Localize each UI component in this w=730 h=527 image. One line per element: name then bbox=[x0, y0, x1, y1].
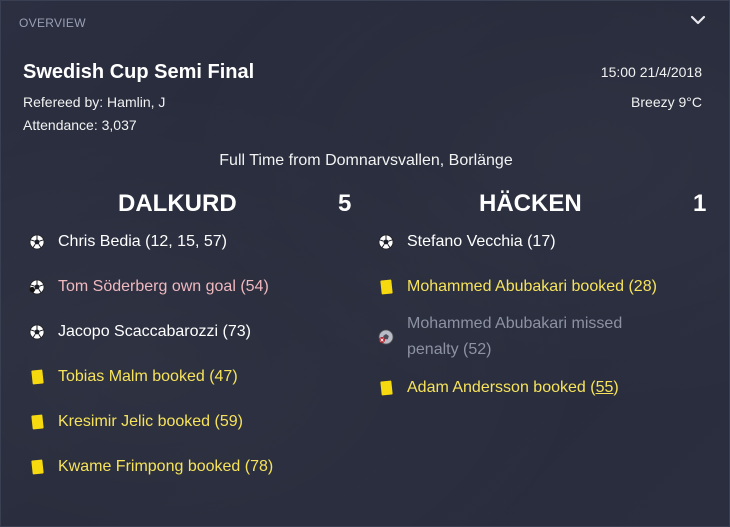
match-overview-panel: OVERVIEW Swedish Cup Semi Final Refereed… bbox=[0, 0, 730, 527]
yellow-card-icon bbox=[28, 364, 46, 390]
yellow-card-icon bbox=[377, 274, 395, 300]
event-text[interactable]: Tom Söderberg own goal (54) bbox=[58, 274, 269, 300]
football-icon bbox=[377, 229, 395, 255]
football-icon bbox=[28, 319, 46, 345]
home-event-item: Kresimir Jelic booked (59) bbox=[28, 409, 243, 435]
away-event-item: Mohammed Abubakari booked (28) bbox=[377, 274, 657, 300]
section-label: OVERVIEW bbox=[19, 16, 86, 30]
event-text[interactable]: Kwame Frimpong booked (78) bbox=[58, 454, 273, 480]
competition-title: Swedish Cup Semi Final bbox=[23, 61, 255, 83]
event-text-end: ) bbox=[613, 379, 619, 396]
event-text[interactable]: Chris Bedia (12, 15, 57) bbox=[58, 229, 227, 255]
event-text[interactable]: Kresimir Jelic booked (59) bbox=[58, 409, 243, 435]
away-team-name[interactable]: HÄCKEN bbox=[479, 190, 582, 218]
home-event-item: Kwame Frimpong booked (78) bbox=[28, 454, 273, 480]
event-text-main: Adam Andersson booked ( bbox=[407, 379, 596, 396]
referee-text: Refereed by: Hamlin, J bbox=[23, 94, 166, 110]
yellow-card-icon bbox=[377, 375, 395, 401]
chevron-down-icon bbox=[690, 15, 706, 25]
attendance-text: Attendance: 3,037 bbox=[23, 117, 137, 133]
home-event-item: Jacopo Scaccabarozzi (73) bbox=[28, 319, 251, 345]
venue-line: Full Time from Domnarvsvallen, Borlänge bbox=[219, 152, 513, 169]
away-event-item: Adam Andersson booked (55) bbox=[377, 375, 619, 401]
kickoff-datetime: 15:00 21/4/2018 bbox=[600, 64, 702, 80]
yellow-card-icon bbox=[28, 409, 46, 435]
home-event-item: Tobias Malm booked (47) bbox=[28, 364, 238, 390]
away-event-item: Mohammed Abubakari missed penalty (52) bbox=[377, 311, 677, 363]
collapse-button[interactable] bbox=[687, 9, 709, 31]
missed-penalty-icon bbox=[377, 311, 395, 363]
home-event-item: Tom Söderberg own goal (54) bbox=[28, 274, 269, 300]
event-text[interactable]: Tobias Malm booked (47) bbox=[58, 364, 238, 390]
yellow-card-icon bbox=[28, 454, 46, 480]
home-team-name[interactable]: DALKURD bbox=[118, 190, 237, 218]
own-goal-icon bbox=[28, 274, 46, 300]
event-text[interactable]: Mohammed Abubakari booked (28) bbox=[407, 274, 657, 300]
weather-text: Breezy 9°C bbox=[631, 94, 702, 110]
home-event-item: Chris Bedia (12, 15, 57) bbox=[28, 229, 227, 255]
event-text[interactable]: Stefano Vecchia (17) bbox=[407, 229, 556, 255]
event-text[interactable]: Jacopo Scaccabarozzi (73) bbox=[58, 319, 251, 345]
event-text[interactable]: Adam Andersson booked (55) bbox=[407, 375, 619, 401]
away-event-item: Stefano Vecchia (17) bbox=[377, 229, 556, 255]
home-score: 5 bbox=[338, 190, 352, 217]
football-icon bbox=[28, 229, 46, 255]
minute-link[interactable]: 55 bbox=[596, 379, 614, 396]
event-text[interactable]: Mohammed Abubakari missed penalty (52) bbox=[407, 311, 677, 363]
away-score: 1 bbox=[693, 190, 707, 217]
